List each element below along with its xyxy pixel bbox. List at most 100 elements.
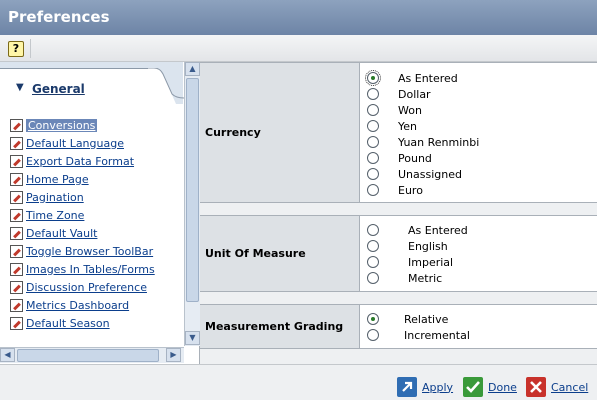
radio-option-label: Pound <box>398 151 432 165</box>
preference-edit-icon <box>10 244 23 258</box>
close-icon <box>526 377 546 397</box>
preference-edit-icon <box>10 226 23 240</box>
checkmark-icon <box>463 377 483 397</box>
general-tab-label[interactable]: General <box>32 82 85 96</box>
sidebar-item-label[interactable]: Pagination <box>26 191 84 204</box>
done-button[interactable]: Done <box>463 377 517 397</box>
radio-button[interactable] <box>367 329 379 341</box>
radio-button[interactable] <box>367 104 379 116</box>
measurement-grading-options: Relative Incremental <box>361 305 597 348</box>
radio-option-label: Unassigned <box>398 167 462 181</box>
sidebar-item[interactable]: Export Data Format <box>10 152 183 170</box>
radio-button[interactable] <box>367 168 379 180</box>
sidebar-horizontal-scrollbar[interactable]: ◀ ▶ <box>0 347 184 363</box>
sidebar-item-label[interactable]: Default Vault <box>26 227 97 240</box>
sidebar-vertical-scrollbar[interactable]: ▲ ▼ <box>184 62 200 346</box>
measurement-grading-row: Measurement Grading Relative Incremental <box>200 304 597 349</box>
sidebar-item-label[interactable]: Images In Tables/Forms <box>26 263 155 276</box>
radio-option[interactable]: Imperial <box>367 254 453 270</box>
radio-option[interactable]: Won <box>367 102 422 118</box>
currency-options: As Entered Dollar Won Yen Yuan Renminbi Pound… <box>361 63 597 202</box>
apply-button[interactable]: Apply <box>397 377 453 397</box>
radio-option-label: As Entered <box>408 223 468 237</box>
sidebar-item[interactable]: Images In Tables/Forms <box>10 260 183 278</box>
sidebar-item-label[interactable]: Default Season <box>26 317 110 330</box>
content-bottom-band <box>200 349 597 364</box>
sidebar-item[interactable]: Time Zone <box>10 206 183 224</box>
preference-edit-icon <box>10 172 23 186</box>
apply-arrow-icon <box>397 377 417 397</box>
radio-option-label: Relative <box>404 312 449 326</box>
sidebar-item[interactable]: Pagination <box>10 188 183 206</box>
radio-option[interactable]: English <box>367 238 448 254</box>
radio-option[interactable]: Yuan Renminbi <box>367 134 479 150</box>
radio-option[interactable]: Dollar <box>367 86 431 102</box>
radio-option-label: Dollar <box>398 87 431 101</box>
sidebar-item-label[interactable]: Home Page <box>26 173 89 186</box>
sidebar-item[interactable]: Default Vault <box>10 224 183 242</box>
radio-button[interactable] <box>367 152 379 164</box>
sidebar-item[interactable]: Toggle Browser ToolBar <box>10 242 183 260</box>
preference-edit-icon <box>10 262 23 276</box>
measurement-grading-label: Measurement Grading <box>200 305 360 348</box>
radio-option[interactable]: Yen <box>367 118 417 134</box>
scroll-right-icon[interactable]: ▶ <box>166 348 181 362</box>
cancel-button[interactable]: Cancel <box>526 377 588 397</box>
sidebar-item[interactable]: Home Page <box>10 170 183 188</box>
general-tab[interactable]: ▼ General <box>0 68 150 104</box>
radio-option[interactable]: Unassigned <box>367 166 462 182</box>
radio-button[interactable] <box>367 240 379 252</box>
radio-option-label: Euro <box>398 183 423 197</box>
toolbar-divider <box>30 39 31 58</box>
sidebar-item-label[interactable]: Discussion Preference <box>26 281 147 294</box>
preference-edit-icon <box>10 118 23 132</box>
radio-option-label: English <box>408 239 448 253</box>
radio-button[interactable] <box>365 70 381 86</box>
done-label[interactable]: Done <box>488 381 517 394</box>
settings-panel: Currency As Entered Dollar Won Yen Yuan Renm… <box>200 62 597 364</box>
radio-button[interactable] <box>367 88 379 100</box>
radio-option-label: Yen <box>398 119 417 133</box>
sidebar-item-label[interactable]: Metrics Dashboard <box>26 299 129 312</box>
sidebar-item[interactable]: Conversions <box>10 116 183 134</box>
help-icon[interactable]: ? <box>8 41 24 57</box>
radio-button[interactable] <box>367 136 379 148</box>
sidebar-item-label[interactable]: Default Language <box>26 137 124 150</box>
radio-option-label: Won <box>398 103 422 117</box>
radio-button[interactable] <box>367 224 379 236</box>
scroll-down-icon[interactable]: ▼ <box>185 331 200 345</box>
cancel-label[interactable]: Cancel <box>551 381 588 394</box>
currency-row: Currency As Entered Dollar Won Yen Yuan Renm… <box>200 62 597 203</box>
sidebar-item[interactable]: Metrics Dashboard <box>10 296 183 314</box>
radio-option[interactable]: As Entered <box>365 70 458 86</box>
sidebar-tabstrip: ▼ General <box>0 62 184 104</box>
radio-button[interactable] <box>367 256 379 268</box>
scroll-left-icon[interactable]: ◀ <box>0 348 15 362</box>
radio-option[interactable]: Incremental <box>367 327 470 343</box>
radio-option[interactable]: Pound <box>367 150 432 166</box>
vertical-scroll-thumb[interactable] <box>186 78 199 302</box>
sidebar-item-label[interactable]: Time Zone <box>26 209 84 222</box>
radio-button[interactable] <box>367 313 379 325</box>
tab-slant-edge <box>148 68 184 104</box>
radio-option[interactable]: Metric <box>367 270 442 286</box>
sidebar-nav-list: Conversions Default Language Export Data F… <box>10 116 183 332</box>
radio-option[interactable]: As Entered <box>367 222 468 238</box>
preference-edit-icon <box>10 154 23 168</box>
apply-label[interactable]: Apply <box>422 381 453 394</box>
sidebar-item[interactable]: Discussion Preference <box>10 278 183 296</box>
radio-option[interactable]: Relative <box>367 311 448 327</box>
sidebar-item-label[interactable]: Conversions <box>26 118 98 132</box>
unit-of-measure-options: As Entered English Imperial Metric <box>361 216 597 291</box>
sidebar-item[interactable]: Default Language <box>10 134 183 152</box>
sidebar-item-label[interactable]: Toggle Browser ToolBar <box>26 245 153 258</box>
radio-button[interactable] <box>367 120 379 132</box>
radio-option[interactable]: Euro <box>367 182 423 198</box>
horizontal-scroll-thumb[interactable] <box>17 349 159 362</box>
radio-option-label: Imperial <box>408 255 454 269</box>
radio-button[interactable] <box>367 272 379 284</box>
sidebar-item[interactable]: Default Season <box>10 314 183 332</box>
sidebar-item-label[interactable]: Export Data Format <box>26 155 134 168</box>
scroll-up-icon[interactable]: ▲ <box>185 62 200 76</box>
radio-button[interactable] <box>367 184 379 196</box>
